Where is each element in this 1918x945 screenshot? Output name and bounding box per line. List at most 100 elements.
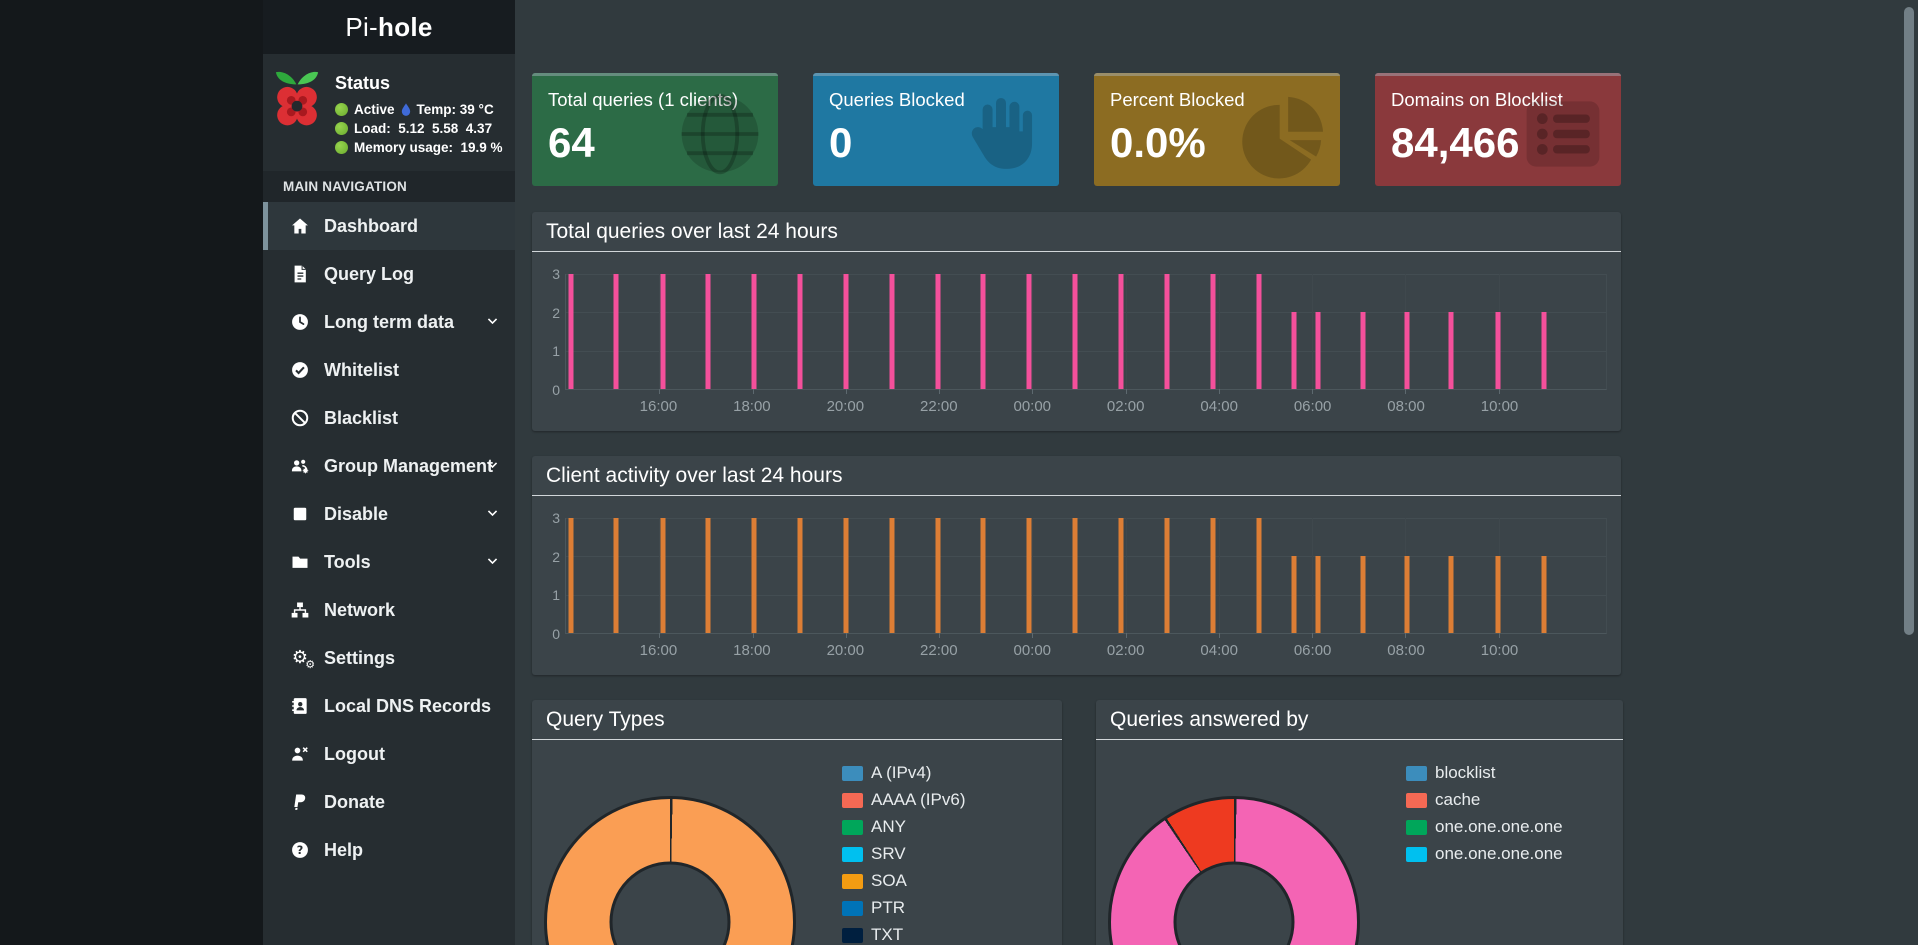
legend-item[interactable]: one.one.one.one <box>1406 817 1563 837</box>
bar-data-point[interactable] <box>1495 312 1501 389</box>
bar-data-point[interactable] <box>843 518 849 633</box>
temperature-icon <box>401 102 410 116</box>
bar-data-point[interactable] <box>1210 274 1216 389</box>
sidebar-item-whitelist[interactable]: Whitelist <box>263 346 515 394</box>
bar-data-point[interactable] <box>1164 518 1170 633</box>
sidebar-item-long-term-data[interactable]: Long term data <box>263 298 515 346</box>
x-axis-tick-label: 06:00 <box>1293 398 1332 415</box>
query-types-legend: A (IPv4)AAAA (IPv6)ANYSRVSOAPTRTXTNAPTR <box>842 763 965 945</box>
bar-data-point[interactable] <box>1072 518 1078 633</box>
bar-data-point[interactable] <box>660 274 666 389</box>
sidebar-item-query-log[interactable]: Query Log <box>263 250 515 298</box>
bar-data-point[interactable] <box>1360 556 1366 633</box>
bar-data-point[interactable] <box>1315 312 1321 389</box>
bar-data-point[interactable] <box>751 274 757 389</box>
file-icon <box>288 262 312 286</box>
sidebar-item-label: Blacklist <box>324 407 399 428</box>
legend-item[interactable]: SOA <box>842 871 965 891</box>
bar-data-point[interactable] <box>980 274 986 389</box>
sidebar-item-logout[interactable]: Logout <box>263 730 515 778</box>
bar-data-point[interactable] <box>797 274 803 389</box>
bar-data-point[interactable] <box>1360 312 1366 389</box>
bar-data-point[interactable] <box>1118 274 1124 389</box>
bar-data-point[interactable] <box>980 518 986 633</box>
bar-data-point[interactable] <box>1541 556 1547 633</box>
bar-data-point[interactable] <box>613 518 619 633</box>
chart-plot-area[interactable] <box>565 518 1607 638</box>
home-icon <box>288 214 312 238</box>
sidebar-item-tools[interactable]: Tools <box>263 538 515 586</box>
bar-data-point[interactable] <box>1210 518 1216 633</box>
bar-data-point[interactable] <box>1495 556 1501 633</box>
sidebar-item-group-management[interactable]: Group Management <box>263 442 515 490</box>
sidebar-item-blacklist[interactable]: Blacklist <box>263 394 515 442</box>
legend-item[interactable]: A (IPv4) <box>842 763 965 783</box>
bar-data-point[interactable] <box>1118 518 1124 633</box>
bar-data-point[interactable] <box>1256 274 1262 389</box>
sidebar-item-local-dns-records[interactable]: Local DNS Records <box>263 682 515 730</box>
panel-header: Queries answered by <box>1096 700 1623 740</box>
bar-data-point[interactable] <box>1541 312 1547 389</box>
sidebar-item-dashboard[interactable]: Dashboard <box>263 202 515 250</box>
bar-data-point[interactable] <box>613 274 619 389</box>
legend-item[interactable]: PTR <box>842 898 965 918</box>
legend-item[interactable]: TXT <box>842 925 965 945</box>
axis-tick <box>939 389 941 394</box>
sidebar-item-disable[interactable]: Disable <box>263 490 515 538</box>
bar-data-point[interactable] <box>935 518 941 633</box>
bar-data-point[interactable] <box>568 518 574 633</box>
panel-title: Queries answered by <box>1110 707 1309 731</box>
bar-data-point[interactable] <box>1026 274 1032 389</box>
bar-data-point[interactable] <box>1315 556 1321 633</box>
chart-pie-icon <box>1236 88 1328 180</box>
stop-icon <box>288 502 312 526</box>
sidebar-item-help[interactable]: ? Help <box>263 826 515 874</box>
queries-answered-by-donut[interactable] <box>1108 796 1360 945</box>
bar-data-point[interactable] <box>1404 556 1410 633</box>
query-types-donut[interactable] <box>544 796 796 945</box>
bar-data-point[interactable] <box>1448 556 1454 633</box>
bar-data-point[interactable] <box>889 274 895 389</box>
legend-item[interactable]: SRV <box>842 844 965 864</box>
status-row-active: Active Temp: 39 °C <box>335 102 503 117</box>
bar-data-point[interactable] <box>797 518 803 633</box>
sidebar-item-network[interactable]: Network <box>263 586 515 634</box>
bar-data-point[interactable] <box>843 274 849 389</box>
legend-item[interactable]: AAAA (IPv6) <box>842 790 965 810</box>
legend-item[interactable]: cache <box>1406 790 1563 810</box>
bar-data-point[interactable] <box>1072 274 1078 389</box>
bar-data-point[interactable] <box>1291 312 1297 389</box>
legend-item[interactable]: blocklist <box>1406 763 1563 783</box>
bar-data-point[interactable] <box>751 518 757 633</box>
bar-data-point[interactable] <box>1404 312 1410 389</box>
panel-header: Query Types <box>532 700 1062 740</box>
bar-data-point[interactable] <box>1448 312 1454 389</box>
bar-data-point[interactable] <box>1256 518 1262 633</box>
legend-item[interactable]: ANY <box>842 817 965 837</box>
client-activity-chart[interactable]: 0 1 2 3 16:00 18:00 20:00 22:00 00:00 02:00 04:00 0… <box>532 496 1621 675</box>
bar-data-point[interactable] <box>1026 518 1032 633</box>
bar-data-point[interactable] <box>568 274 574 389</box>
sidebar-item-settings[interactable]: ⚙ ⚙ Settings <box>263 634 515 682</box>
status-active-label: Active <box>354 102 395 117</box>
sidebar-item-donate[interactable]: Donate <box>263 778 515 826</box>
bar-data-point[interactable] <box>660 518 666 633</box>
sidebar-item-label: Whitelist <box>324 359 399 380</box>
sidebar-item-label: Disable <box>324 503 389 524</box>
bar-data-point[interactable] <box>935 274 941 389</box>
vertical-scrollbar-thumb[interactable] <box>1904 7 1914 635</box>
bar-data-point[interactable] <box>1164 274 1170 389</box>
legend-item[interactable]: one.one.one.one <box>1406 844 1563 864</box>
total-queries-chart[interactable]: 0 1 2 3 16:00 18:00 20:00 22:00 00:00 02:00 04:00 0… <box>532 252 1621 431</box>
axis-tick <box>659 633 661 638</box>
sidebar-menu: Dashboard Query Log Long term data Whitelis… <box>263 202 515 874</box>
axis-tick <box>659 389 661 394</box>
bar-data-point[interactable] <box>1291 556 1297 633</box>
bar-data-point[interactable] <box>705 518 711 633</box>
bar-data-point[interactable] <box>889 518 895 633</box>
chart-plot-area[interactable] <box>565 274 1607 394</box>
legend-swatch <box>842 765 863 781</box>
sidebar-item-label: Logout <box>324 743 385 764</box>
bar-data-point[interactable] <box>705 274 711 389</box>
legend-label: PTR <box>871 898 905 917</box>
